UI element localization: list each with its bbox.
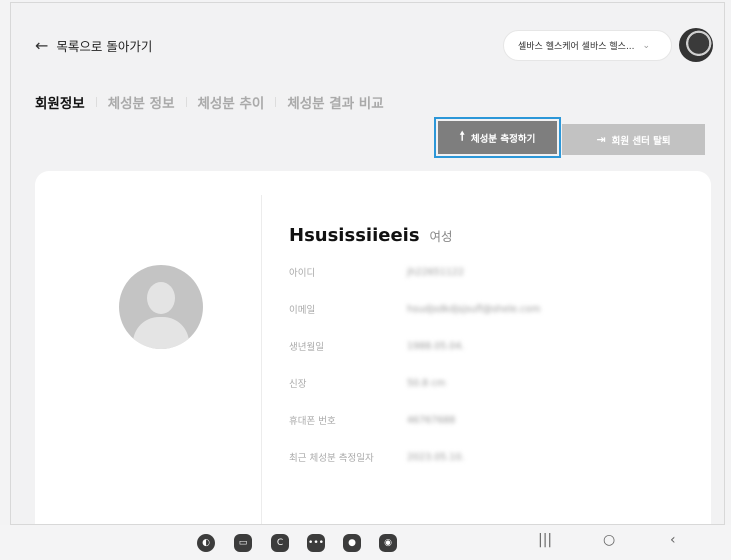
info-row-height: 신장 50.8 cm [289, 376, 446, 391]
info-value: 1988.05.04. [407, 340, 465, 352]
system-navigation-bar: ◐ ▭ C ••• ● ◉ ||| ○ ‹ [0, 525, 731, 560]
chevron-down-icon: ⌄ [642, 40, 651, 51]
tab-bar: 회원정보 체성분 정보 체성분 추이 체성분 결과 비교 [35, 92, 384, 112]
info-row-email: 이메일 hsudjsdkdjsjsufl@shele.com [289, 302, 541, 317]
user-avatar[interactable] [679, 28, 713, 62]
member-gender: 여성 [429, 229, 453, 244]
info-value: 46767688 [407, 414, 456, 426]
info-value: jh22651122 [407, 266, 465, 278]
member-info-card: Hsusissiieeis 여성 아이디 jh22651122 이메일 hsud… [35, 171, 711, 524]
avatar-head-shape [147, 282, 175, 314]
info-value: hsudjsdkdjsjsufl@shele.com [407, 303, 541, 315]
browser-icon[interactable]: ◐ [197, 534, 215, 552]
profile-avatar-placeholder [119, 265, 203, 349]
back-label: 목록으로 돌아가기 [56, 39, 153, 54]
info-label: 휴대폰 번호 [289, 416, 336, 427]
withdraw-member-button[interactable]: ⇥ 회원 센터 탈퇴 [562, 124, 705, 155]
info-label: 신장 [289, 379, 307, 390]
organization-select[interactable]: 셀바스 헬스케어 셀바스 헬스... ⌄ [503, 30, 672, 61]
tab-divider [275, 97, 277, 107]
tab-divider [185, 97, 187, 107]
app-window: ← 목록으로 돌아가기 셀바스 헬스케어 셀바스 헬스... ⌄ 회원정보 체성… [10, 2, 725, 525]
logout-icon: ⇥ [596, 133, 606, 146]
info-label: 생년월일 [289, 342, 324, 353]
tab-body-composition-compare[interactable]: 체성분 결과 비교 [287, 92, 383, 112]
info-row-phone: 휴대폰 번호 46767688 [289, 413, 456, 428]
info-label: 최근 체성분 측정일자 [289, 453, 374, 464]
withdraw-button-label: 회원 센터 탈퇴 [611, 135, 671, 147]
camera-icon[interactable]: ◉ [379, 534, 397, 552]
info-value: 2023.05.10. [407, 451, 465, 463]
measure-body-composition-button-focus: 🠕 체성분 측정하기 [434, 117, 561, 158]
tab-body-composition-trend[interactable]: 체성분 추이 [198, 92, 265, 112]
organization-select-value: 셀바스 헬스케어 셀바스 헬스... [518, 42, 635, 52]
info-row-id: 아이디 jh22651122 [289, 265, 465, 280]
folder-icon[interactable]: ▭ [234, 534, 252, 552]
info-row-last-measured: 최근 체성분 측정일자 2023.05.10. [289, 450, 465, 465]
app-c-icon[interactable]: C [271, 534, 289, 552]
info-label: 이메일 [289, 305, 316, 316]
home-icon[interactable]: ○ [603, 533, 615, 547]
person-arrow-up-icon: 🠕 [459, 129, 465, 143]
chat-icon[interactable]: ••• [307, 534, 325, 552]
member-name: Hsusissiieeis [289, 225, 420, 246]
tab-body-composition-info[interactable]: 체성분 정보 [108, 92, 175, 112]
arrow-left-icon: ← [35, 35, 49, 55]
avatar-body-shape [133, 317, 189, 349]
back-icon[interactable]: ‹ [670, 533, 676, 547]
info-value: 50.8 cm [407, 377, 446, 389]
tab-divider [95, 97, 97, 107]
contacts-icon[interactable]: ● [343, 534, 361, 552]
member-name-row: Hsusissiieeis 여성 [289, 225, 453, 246]
back-to-list-link[interactable]: ← 목록으로 돌아가기 [35, 36, 152, 55]
measure-body-composition-button[interactable]: 🠕 체성분 측정하기 [438, 121, 557, 154]
info-row-birthdate: 생년월일 1988.05.04. [289, 339, 465, 354]
recents-icon[interactable]: ||| [538, 533, 552, 547]
tab-member-info[interactable]: 회원정보 [35, 92, 85, 112]
measure-button-label: 체성분 측정하기 [470, 133, 536, 145]
info-label: 아이디 [289, 268, 316, 279]
card-divider [261, 195, 262, 524]
